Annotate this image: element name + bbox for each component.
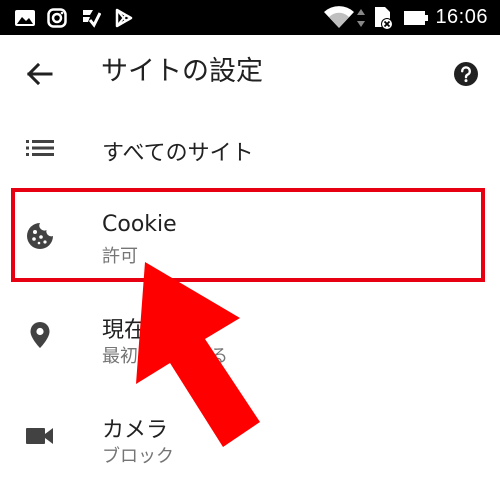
settings-item-status: 最初に確認する [102,346,228,367]
tasks-check-icon [81,0,101,35]
arrow-back-icon[interactable] [24,59,54,89]
settings-item-label: カメラ [102,418,169,443]
location-pin-icon [26,321,54,349]
cookie-icon [26,222,54,250]
settings-item-all-sites[interactable]: すべてのサイト [0,120,500,180]
settings-item-cookie[interactable]: Cookie 許可 [0,192,500,278]
status-time: 16:06 [435,6,488,28]
wifi-icon [323,0,355,35]
list-icon [26,134,54,162]
sd-card-icon [371,0,395,35]
settings-item-status: 許可 [102,246,138,267]
videocam-icon [26,422,54,450]
help-circle-icon[interactable] [453,61,479,87]
settings-item-camera[interactable]: カメラ ブロック [0,398,500,482]
gallery-icon [14,0,36,35]
settings-item-label: 現在 [102,318,147,343]
settings-item-label: Cookie [102,212,177,237]
settings-item-status: ブロック [102,446,174,467]
wifi-arrows-icon [356,0,366,35]
status-bar: 16:06 [0,0,500,35]
page-title: サイトの設定 [101,56,263,87]
app-bar: サイトの設定 [0,35,500,110]
instagram-icon [47,0,67,35]
battery-icon [404,0,428,35]
settings-item-label: すべてのサイト [102,141,254,166]
play-store-icon [114,0,134,35]
settings-item-location[interactable]: 現在 最初に確認する [0,295,500,385]
